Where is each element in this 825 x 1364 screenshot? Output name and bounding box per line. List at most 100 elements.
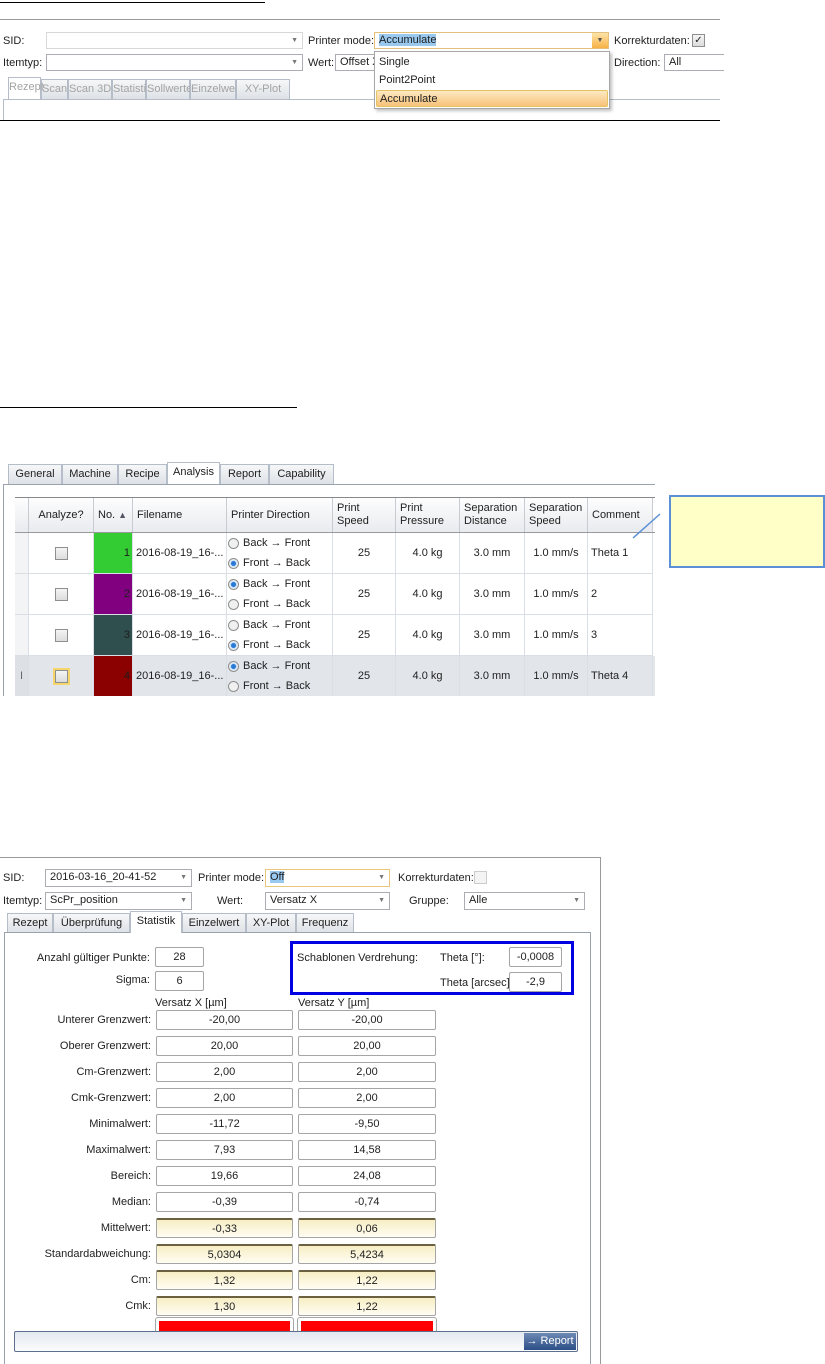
tab-general[interactable]: General <box>8 464 62 484</box>
comment[interactable]: 2 <box>591 588 597 600</box>
report-button[interactable]: → Report <box>524 1333 576 1350</box>
row-header-corner <box>15 498 29 532</box>
radio-button[interactable] <box>228 639 239 651</box>
direction-option[interactable]: Front → Back <box>228 639 310 651</box>
radio-button[interactable] <box>228 660 239 672</box>
analyze-checkbox[interactable] <box>54 587 68 601</box>
stat-label: Unterer Grenzwert: <box>57 1014 151 1026</box>
column-header[interactable]: Print Speed <box>333 498 396 532</box>
cell: 3 <box>588 615 653 656</box>
radio-button[interactable] <box>228 680 239 692</box>
radio-button[interactable] <box>228 557 239 569</box>
korrekturdaten-label: Korrekturdaten: <box>398 872 474 884</box>
cell: 3 <box>94 615 133 656</box>
direction-option[interactable]: Back → Front <box>228 578 310 590</box>
tab-frequenz[interactable]: Frequenz <box>296 913 354 933</box>
cell: 2 <box>94 574 133 615</box>
pressure-value: 4.0 kg <box>412 588 443 600</box>
cell: 2016-08-19_16-... <box>133 656 227 696</box>
tab-scan-3d[interactable]: Scan 3D <box>68 79 112 99</box>
itemtyp-combo[interactable]: ▼ <box>46 54 303 71</box>
radio-button[interactable] <box>228 619 239 631</box>
option-point2point[interactable]: Point2Point <box>379 72 435 88</box>
table-row[interactable]: I 4 2016-08-19_16-... Back → Front Front → B… <box>15 656 655 696</box>
table-row[interactable]: 3 2016-08-19_16-... Back → Front Front → Ba… <box>15 615 655 656</box>
table-row[interactable]: 1 2016-08-19_16-... Back → Front Front → Ba… <box>15 533 655 574</box>
cell: 2 <box>588 574 653 615</box>
sid-combo[interactable]: ▼ <box>46 32 303 49</box>
column-header-label: Print Pressure <box>400 502 445 527</box>
stat-value-y: 0,06 <box>298 1218 436 1238</box>
radio-button[interactable] <box>228 537 239 549</box>
direction-option[interactable]: Back → Front <box>228 537 310 549</box>
divider <box>0 407 297 408</box>
stat-label: Standardabweichung: <box>44 1248 151 1260</box>
cell: 1.0 mm/s <box>525 533 588 574</box>
stat-value-x: 2,00 <box>156 1088 293 1108</box>
direction-option[interactable]: Back → Front <box>228 619 310 631</box>
distance-value: 3.0 mm <box>473 547 511 559</box>
direction-option[interactable]: Front → Back <box>228 598 310 610</box>
tab-einzelwert[interactable]: Einzelwert <box>182 913 246 933</box>
wert-combo[interactable]: Versatz X ▼ <box>265 892 390 910</box>
column-header[interactable]: Printer Direction <box>227 498 333 532</box>
radio-button[interactable] <box>228 598 239 610</box>
column-header[interactable]: Print Pressure <box>396 498 460 532</box>
sid-combo[interactable]: 2016-03-16_20-41-52 ▼ <box>45 869 192 887</box>
chevron-down-icon: ▼ <box>378 874 385 881</box>
option-single[interactable]: Single <box>379 54 410 70</box>
direction-option[interactable]: Back → Front <box>228 660 310 672</box>
direction-label: Back → Front <box>243 578 311 590</box>
comment[interactable]: Theta 1 <box>591 547 628 559</box>
analyze-checkbox[interactable] <box>54 546 68 560</box>
tab-report[interactable]: Report <box>220 464 269 484</box>
tab-xy-plot[interactable]: XY-Plot <box>236 79 290 99</box>
korrekturdaten-checkbox[interactable]: ✓ <box>692 34 705 47</box>
column-header[interactable]: Analyze? <box>29 498 94 532</box>
option-accumulate[interactable]: Accumulate <box>376 90 608 107</box>
tab-machine[interactable]: Machine <box>62 464 118 484</box>
stat-value-y: 14,58 <box>298 1140 436 1160</box>
tab--berpr-fung[interactable]: Überprüfung <box>53 913 130 933</box>
chevron-down-icon[interactable]: ▼ <box>592 33 608 48</box>
comment[interactable]: 3 <box>591 629 597 641</box>
column-header[interactable]: Separation Speed <box>525 498 588 532</box>
direction-combo[interactable]: All <box>664 54 724 71</box>
gruppe-value: Alle <box>469 894 488 906</box>
gruppe-combo[interactable]: Alle ▼ <box>464 892 585 910</box>
table-row[interactable]: 2 2016-08-19_16-... Back → Front Front → Ba… <box>15 574 655 615</box>
col-header-versatz-y: Versatz Y [µm] <box>298 997 370 1009</box>
tab-analysis[interactable]: Analysis <box>167 462 220 484</box>
column-header[interactable]: Separation Distance <box>460 498 525 532</box>
printer-mode-combo[interactable]: Accumulate ▼ <box>374 32 609 49</box>
cell: 3.0 mm <box>460 656 525 696</box>
cell: 4.0 kg <box>396 656 460 696</box>
korrekturdaten-checkbox[interactable] <box>474 871 487 884</box>
radio-button[interactable] <box>228 578 239 590</box>
tab-capability[interactable]: Capability <box>269 464 334 484</box>
report-bar: → Report <box>14 1331 578 1352</box>
tab-einzelwert[interactable]: Einzelwert <box>190 79 242 99</box>
analyze-checkbox[interactable] <box>54 628 68 642</box>
tab-statistik[interactable]: Statistik <box>130 911 182 933</box>
direction-option[interactable]: Front → Back <box>228 557 310 569</box>
tab-rezept[interactable]: Rezept <box>8 77 44 99</box>
tab-sollwerte[interactable]: Sollwerte <box>146 79 192 99</box>
itemtyp-combo[interactable]: ScPr_position ▼ <box>45 892 192 910</box>
filename: 2016-08-19_16-... <box>136 547 224 559</box>
column-header[interactable]: No. ▲ <box>94 498 133 532</box>
printer-mode-combo[interactable]: Off ▼ <box>265 869 390 887</box>
tab-recipe[interactable]: Recipe <box>118 464 167 484</box>
tab-statistik[interactable]: Statistik <box>112 79 152 99</box>
tab-scan[interactable]: Scan <box>41 79 68 99</box>
analyze-checkbox[interactable] <box>52 667 70 685</box>
itemtyp-value: ScPr_position <box>50 894 118 906</box>
column-header[interactable]: Filename <box>133 498 227 532</box>
filename: 2016-08-19_16-... <box>136 670 224 682</box>
column-header-label: Print Speed <box>337 502 369 527</box>
comment[interactable]: Theta 4 <box>591 670 628 682</box>
tab-xy-plot[interactable]: XY-Plot <box>246 913 296 933</box>
direction-option[interactable]: Front → Back <box>228 680 310 692</box>
korrekturdaten-label: Korrekturdaten: <box>614 35 690 47</box>
tab-rezept[interactable]: Rezept <box>7 913 53 933</box>
